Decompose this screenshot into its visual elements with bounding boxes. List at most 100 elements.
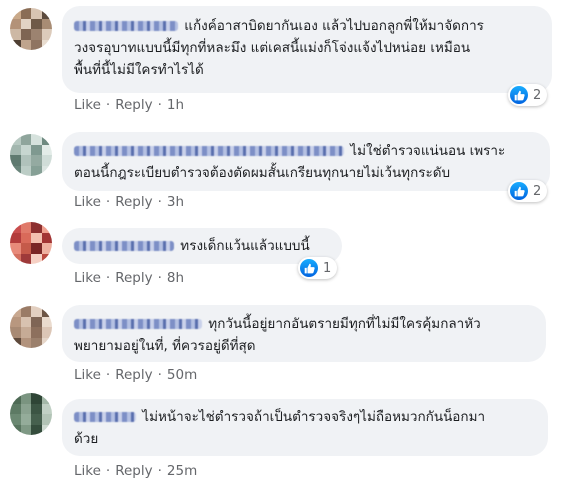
comment-text: ไม่หน้าจะไช่ตำรวจถ้าเป็นตำรวจจริงๆไม่ถือ… <box>74 406 536 450</box>
avatar-pixel <box>31 337 42 348</box>
avatar-pixel <box>20 243 31 254</box>
avatar-pixel <box>31 316 42 327</box>
comment-line: ด้วย <box>74 431 99 447</box>
comment-actions: Like · Reply · 50m <box>74 365 197 385</box>
avatar-pixel <box>10 29 21 40</box>
avatar-pixel <box>10 243 21 254</box>
avatar-pixel <box>31 18 42 29</box>
comment-line: วงจรอุบาทแบบนี้มีทุกที่หละมึง แต่เคสนี้แ… <box>74 40 471 56</box>
separator-dot: · <box>157 97 162 113</box>
reply-button[interactable]: Reply <box>115 97 152 113</box>
avatar-pixel <box>41 253 52 264</box>
avatar-pixel <box>20 232 31 243</box>
reaction-count[interactable]: 2 <box>508 84 548 106</box>
like-icon <box>510 182 528 200</box>
comment-line: พื้นที่นี้ไม่มีใครทำไรได้ <box>74 62 204 78</box>
like-button[interactable]: Like <box>74 270 101 286</box>
avatar-pixel <box>10 316 21 327</box>
avatar-pixel <box>20 316 31 327</box>
avatar-pixel <box>20 253 31 264</box>
comment-bubble: ทุกวันนี้อยู่ยากอันตรายมีทุกที่ไม่มีใครค… <box>62 305 546 362</box>
avatar-pixel <box>10 424 21 435</box>
author-name[interactable] <box>74 146 344 156</box>
timestamp[interactable]: 3h <box>167 194 184 210</box>
author-name[interactable] <box>74 319 202 329</box>
avatar-pixel <box>20 39 31 50</box>
avatar-pixel <box>41 144 52 155</box>
avatar-pixel <box>31 403 42 414</box>
comment-text: ไม่ใช่ตำรวจแน่นอน เพราะ ตอนนี้กฎระเบียบต… <box>74 140 538 184</box>
avatar-pixel <box>10 403 21 414</box>
avatar-pixel <box>31 232 42 243</box>
avatar-pixel <box>41 232 52 243</box>
avatar[interactable] <box>10 134 52 176</box>
reaction-count-value: 2 <box>533 183 542 199</box>
avatar[interactable] <box>10 393 52 435</box>
avatar-pixel <box>41 316 52 327</box>
author-name[interactable] <box>74 241 174 251</box>
author-name[interactable] <box>74 21 178 31</box>
comment-line: ไม่ใช่ตำรวจแน่นอน เพราะ <box>350 143 506 159</box>
avatar-pixel <box>10 144 21 155</box>
avatar-pixel <box>20 403 31 414</box>
separator-dot: · <box>105 97 111 113</box>
avatar-pixel <box>31 424 42 435</box>
avatar-pixel <box>41 327 52 338</box>
comment-text: แก้งค์อาสาบิดยากันเอง แล้วไปบอกลูกพี่ให้… <box>74 15 540 81</box>
reply-button[interactable]: Reply <box>115 367 152 383</box>
timestamp[interactable]: 8h <box>167 270 184 286</box>
comment-bubble: ไม่หน้าจะไช่ตำรวจถ้าเป็นตำรวจจริงๆไม่ถือ… <box>62 399 548 456</box>
avatar-pixel <box>41 18 52 29</box>
avatar-pixel <box>41 165 52 176</box>
reply-button[interactable]: Reply <box>115 270 152 286</box>
avatar-pixel <box>10 414 21 425</box>
avatar-pixel <box>20 144 31 155</box>
avatar-pixel <box>31 222 42 233</box>
comment-line: ทุกวันนี้อยู่ยากอันตรายมีทุกที่ไม่มีใครค… <box>208 316 481 332</box>
avatar-pixel <box>20 306 31 317</box>
separator-dot: · <box>157 367 162 383</box>
avatar-pixel <box>20 155 31 166</box>
timestamp[interactable]: 50m <box>167 367 197 383</box>
like-button[interactable]: Like <box>74 194 101 210</box>
reaction-count[interactable]: 1 <box>298 257 338 279</box>
reaction-count[interactable]: 2 <box>508 180 548 202</box>
like-button[interactable]: Like <box>74 97 101 113</box>
reply-button[interactable]: Reply <box>115 463 152 479</box>
like-button[interactable]: Like <box>74 463 101 479</box>
like-icon <box>510 86 528 104</box>
avatar-pixel <box>41 243 52 254</box>
avatar-pixel <box>31 29 42 40</box>
avatar-pixel <box>10 327 21 338</box>
avatar-pixel <box>20 18 31 29</box>
avatar-pixel <box>10 337 21 348</box>
avatar-pixel <box>20 8 31 19</box>
timestamp[interactable]: 25m <box>167 463 197 479</box>
comment-bubble: แก้งค์อาสาบิดยากันเอง แล้วไปบอกลูกพี่ให้… <box>62 6 552 93</box>
avatar-pixel <box>10 232 21 243</box>
avatar[interactable] <box>10 8 52 50</box>
avatar-pixel <box>31 253 42 264</box>
avatar-pixel <box>10 39 21 50</box>
separator-dot: · <box>105 270 111 286</box>
reply-button[interactable]: Reply <box>115 194 152 210</box>
avatar-pixel <box>31 393 42 404</box>
like-button[interactable]: Like <box>74 367 101 383</box>
comment-line: ทรงเด็กแว้นแล้วแบบนี้ <box>180 238 310 254</box>
timestamp[interactable]: 1h <box>167 97 184 113</box>
comment-line: พยายามอยู่ในที่, ที่ควรอยู่ดีที่สุด <box>74 338 256 354</box>
avatar[interactable] <box>10 222 52 264</box>
avatar-pixel <box>31 306 42 317</box>
avatar-pixel <box>20 337 31 348</box>
avatar-pixel <box>20 29 31 40</box>
separator-dot: · <box>157 463 162 479</box>
avatar[interactable] <box>10 306 52 348</box>
avatar-pixel <box>10 222 21 233</box>
separator-dot: · <box>105 463 111 479</box>
comment-line: แก้งค์อาสาบิดยากันเอง แล้วไปบอกลูกพี่ให้… <box>184 18 484 34</box>
comment-actions: Like · Reply · 3h <box>74 192 184 212</box>
avatar-pixel <box>20 414 31 425</box>
reaction-count-value: 1 <box>323 260 332 276</box>
comment-line: ไม่หน้าจะไช่ตำรวจถ้าเป็นตำรวจจริงๆไม่ถือ… <box>142 409 486 425</box>
author-name[interactable] <box>74 412 136 422</box>
